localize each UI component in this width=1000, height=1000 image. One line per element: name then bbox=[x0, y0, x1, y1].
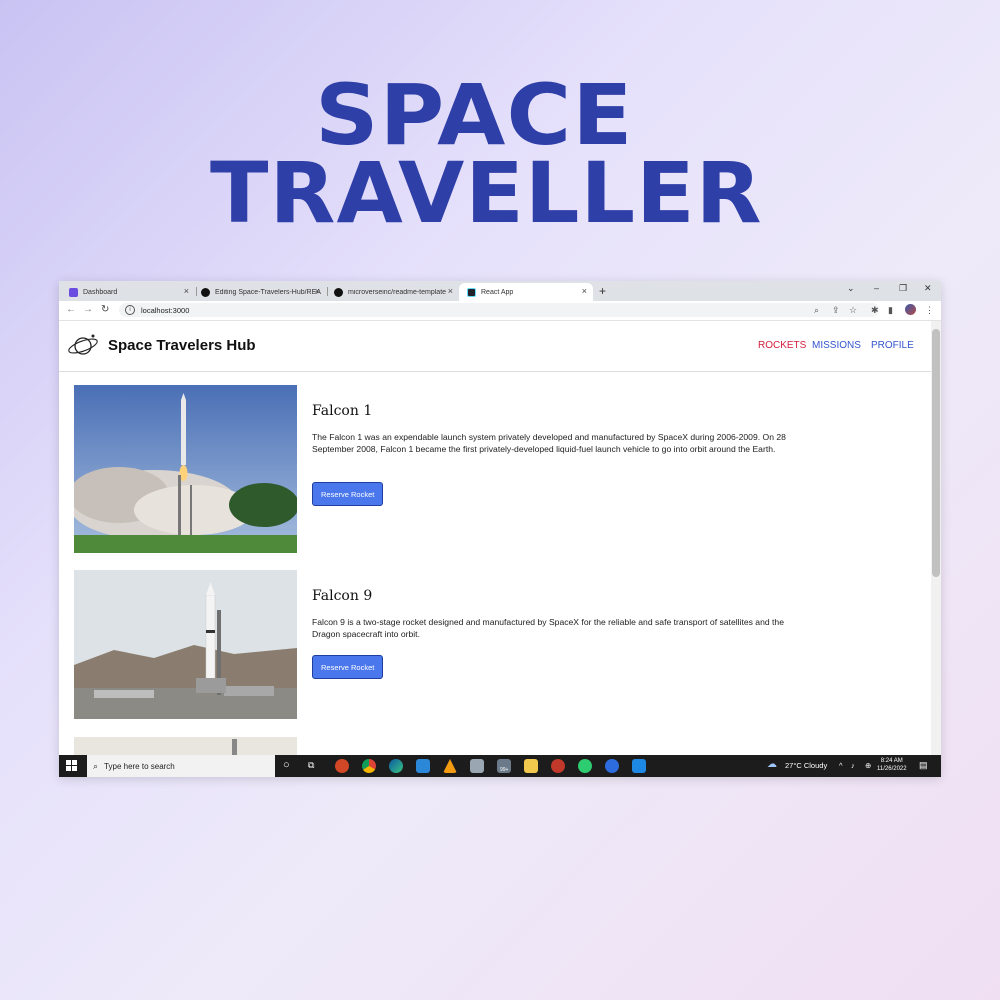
close-tab-icon[interactable]: × bbox=[448, 287, 453, 296]
nav-profile[interactable]: PROFILE bbox=[871, 340, 914, 351]
tab-title: Dashboard bbox=[83, 288, 118, 296]
weather-text[interactable]: 27°C Cloudy bbox=[785, 761, 827, 770]
tab-bar: Dashboard × Editing Space-Travelers-Hub/… bbox=[59, 281, 941, 301]
app-page: Space Travelers Hub ROCKETS MISSIONS PRO… bbox=[59, 321, 931, 755]
close-tab-icon[interactable]: × bbox=[184, 287, 189, 296]
react-icon bbox=[467, 287, 476, 297]
reserve-rocket-button[interactable]: Reserve Rocket bbox=[312, 655, 384, 679]
taskbar-clock[interactable]: 8:24 AM 11/26/2022 bbox=[877, 757, 907, 773]
tab-title: microverseinc/readme-template bbox=[348, 288, 447, 296]
clock-date: 11/26/2022 bbox=[877, 766, 907, 772]
tray-chevron-icon[interactable]: ^ bbox=[839, 761, 843, 770]
windows-taskbar: ⌕ Type here to search ○ ⧉ 99+ ☁ 27°C Clo… bbox=[59, 755, 941, 777]
tab-title: React App bbox=[481, 288, 514, 296]
minimize-button[interactable]: – bbox=[874, 283, 879, 293]
clock-time: 8:24 AM bbox=[880, 758, 903, 764]
reload-icon[interactable]: ↻ bbox=[101, 304, 109, 315]
github-icon bbox=[201, 287, 210, 297]
share-icon[interactable]: ⇪ bbox=[832, 305, 840, 316]
rocket-description: The Falcon 1 was an expendable launch sy… bbox=[312, 432, 786, 454]
app-header: Space Travelers Hub ROCKETS MISSIONS PRO… bbox=[59, 321, 931, 372]
cortana-icon[interactable]: ○ bbox=[283, 759, 290, 771]
url-text: localhost:3000 bbox=[141, 305, 190, 315]
edge-icon[interactable] bbox=[389, 759, 403, 773]
close-window-button[interactable]: ✕ bbox=[924, 283, 932, 294]
volume-icon[interactable]: ♪ bbox=[851, 761, 855, 770]
browser-toolbar: ← → ↻ i localhost:3000 ⌕ ⇪ ☆ ✱ ▮ ⋮ bbox=[59, 301, 941, 321]
reserve-rocket-button[interactable]: Reserve Rocket bbox=[312, 482, 384, 506]
close-tab-icon[interactable]: × bbox=[582, 287, 587, 296]
network-globe-icon[interactable]: ⊕ bbox=[865, 761, 871, 770]
extensions-icon[interactable]: ✱ bbox=[871, 305, 879, 316]
vlc-icon[interactable] bbox=[443, 759, 457, 773]
rocket-name: Falcon 9 bbox=[312, 588, 373, 604]
rocket-name: Falcon 1 bbox=[312, 403, 373, 419]
nav-missions[interactable]: MISSIONS bbox=[812, 340, 861, 351]
forward-arrow-icon[interactable]: → bbox=[83, 304, 93, 315]
taskbar-search-placeholder: Type here to search bbox=[104, 761, 175, 771]
browser-window: Dashboard × Editing Space-Travelers-Hub/… bbox=[59, 281, 941, 777]
brand-title: Space Travelers Hub bbox=[108, 337, 256, 354]
hero-title-line2: TRAVELLER bbox=[210, 144, 763, 242]
rocket-description: Falcon 9 is a two-stage rocket designed … bbox=[312, 617, 784, 639]
menu-kebab-icon[interactable]: ⋮ bbox=[925, 305, 934, 316]
rocket-image bbox=[74, 737, 297, 755]
profile-avatar[interactable] bbox=[905, 304, 916, 315]
address-bar[interactable]: i localhost:3000 bbox=[119, 303, 879, 317]
page-scrollbar-thumb[interactable] bbox=[932, 329, 940, 577]
upwork-icon[interactable] bbox=[578, 759, 592, 773]
tab-editing-readme[interactable]: Editing Space-Travelers-Hub/REA × bbox=[193, 283, 326, 301]
nav-rockets[interactable]: ROCKETS bbox=[758, 340, 806, 351]
cloud-weather-icon: ☁ bbox=[767, 759, 777, 770]
tab-search-icon[interactable]: ⌄ bbox=[847, 283, 855, 294]
github-icon bbox=[334, 287, 343, 297]
app-red-icon[interactable] bbox=[551, 759, 565, 773]
vscode-icon[interactable] bbox=[632, 759, 646, 773]
powerpoint-icon[interactable] bbox=[335, 759, 349, 773]
back-arrow-icon[interactable]: ← bbox=[66, 304, 76, 315]
store-icon[interactable] bbox=[416, 759, 430, 773]
rocket-item-falcon-9: Falcon 9 Falcon 9 is a two-stage rocket … bbox=[74, 570, 854, 719]
app-icon[interactable] bbox=[470, 759, 484, 773]
tab-readme-template[interactable]: microverseinc/readme-template × bbox=[326, 283, 459, 301]
site-info-icon[interactable]: i bbox=[125, 305, 135, 315]
notification-count-badge: 99+ bbox=[500, 767, 509, 773]
planet-logo-icon bbox=[68, 334, 98, 355]
restore-button[interactable]: ❐ bbox=[899, 283, 907, 294]
tab-title: Editing Space-Travelers-Hub/REA bbox=[215, 288, 321, 296]
tab-react-app[interactable]: React App × bbox=[459, 283, 593, 301]
dashboard-icon bbox=[69, 287, 78, 297]
rocket-item-partial bbox=[74, 737, 854, 755]
windows-start-icon[interactable] bbox=[66, 760, 77, 771]
rocket-item-falcon-1: Falcon 1 The Falcon 1 was an expendable … bbox=[74, 385, 854, 553]
close-tab-icon[interactable]: × bbox=[315, 287, 320, 296]
file-explorer-icon[interactable] bbox=[524, 759, 538, 773]
zoom-icon[interactable]: ⌕ bbox=[814, 305, 819, 316]
new-tab-button[interactable]: + bbox=[599, 284, 606, 298]
taskbar-search-box[interactable]: ⌕ Type here to search bbox=[87, 755, 275, 777]
tab-dashboard[interactable]: Dashboard × bbox=[61, 283, 195, 301]
bookmark-star-icon[interactable]: ☆ bbox=[849, 305, 857, 316]
notifications-icon[interactable]: ▤ bbox=[919, 760, 928, 771]
search-icon: ⌕ bbox=[93, 760, 99, 771]
side-panel-icon[interactable]: ▮ bbox=[888, 305, 893, 316]
rocket-image bbox=[74, 385, 297, 553]
chrome-icon[interactable] bbox=[362, 759, 376, 773]
task-view-icon[interactable]: ⧉ bbox=[308, 760, 314, 771]
zoom-app-icon[interactable] bbox=[605, 759, 619, 773]
rocket-image bbox=[74, 570, 297, 719]
